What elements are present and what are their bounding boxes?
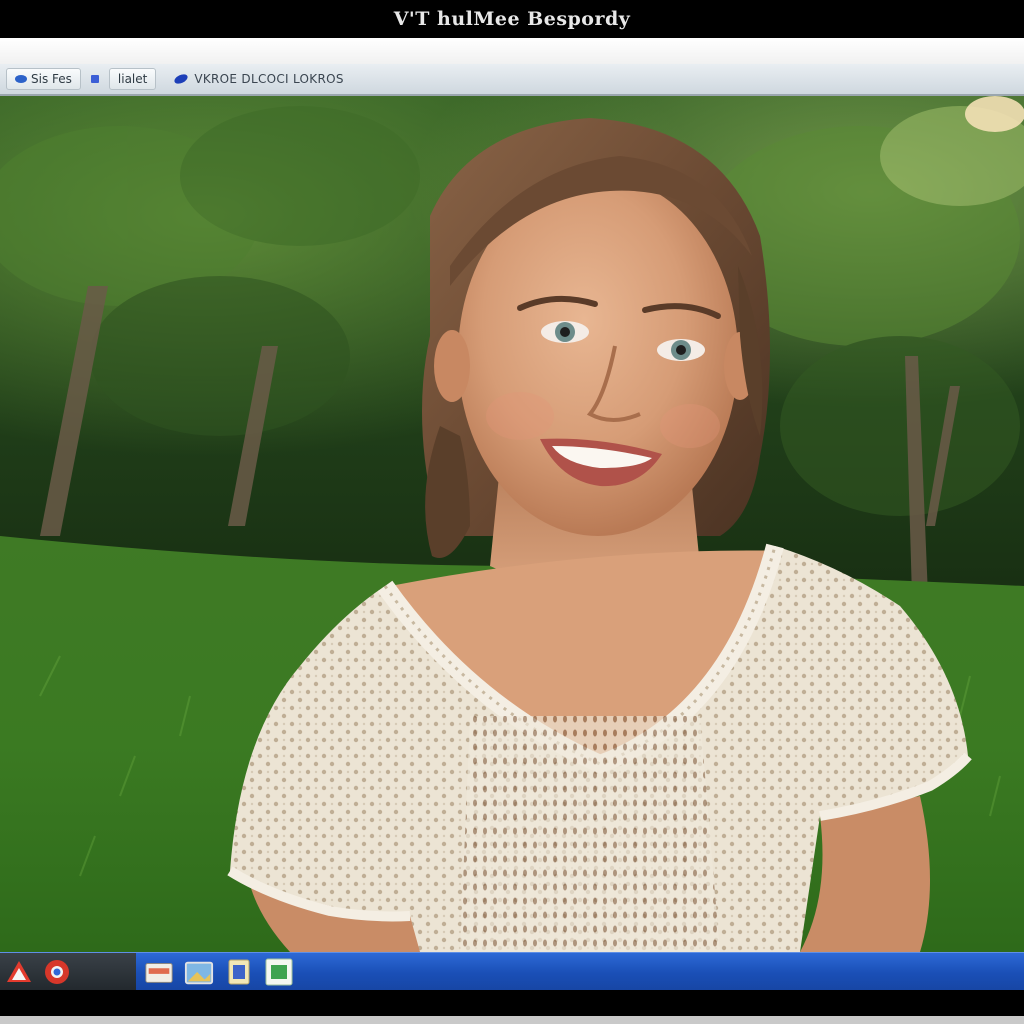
taskbar xyxy=(0,952,1024,991)
start-area xyxy=(0,952,136,991)
taskbar-app-red-icon[interactable] xyxy=(4,957,34,987)
link-icon xyxy=(173,72,190,86)
portrait-photo xyxy=(0,96,1024,952)
folder-button-label: lialet xyxy=(117,72,148,86)
window-title: V'T hulMee Bespordy xyxy=(393,8,631,30)
screen: V'T hulMee Bespordy Sis Fes lialet VKROE… xyxy=(0,0,1024,1024)
quick-launch xyxy=(136,957,294,987)
title-bar: V'T hulMee Bespordy xyxy=(0,0,1024,38)
back-button-label: Sis Fes xyxy=(31,72,72,86)
address-bar[interactable]: VKROE DLCOCI LOKROS xyxy=(166,68,351,90)
address-text: VKROE DLCOCI LOKROS xyxy=(194,72,344,86)
globe-icon xyxy=(15,75,27,83)
separator-icon xyxy=(90,75,99,83)
menu-bar xyxy=(0,38,1024,65)
back-button[interactable]: Sis Fes xyxy=(6,68,81,90)
toolbar: Sis Fes lialet VKROE DLCOCI LOKROS xyxy=(0,64,1024,96)
taskbar-browser-icon[interactable] xyxy=(42,957,72,987)
taskbar-word-icon[interactable] xyxy=(224,957,254,987)
taskbar-excel-icon[interactable] xyxy=(264,957,294,987)
taskbar-folder-icon[interactable] xyxy=(144,957,174,987)
taskbar-image-icon[interactable] xyxy=(184,957,214,987)
folder-button[interactable]: lialet xyxy=(108,68,157,90)
bottom-edge xyxy=(0,1016,1024,1024)
photo-viewport xyxy=(0,96,1024,952)
